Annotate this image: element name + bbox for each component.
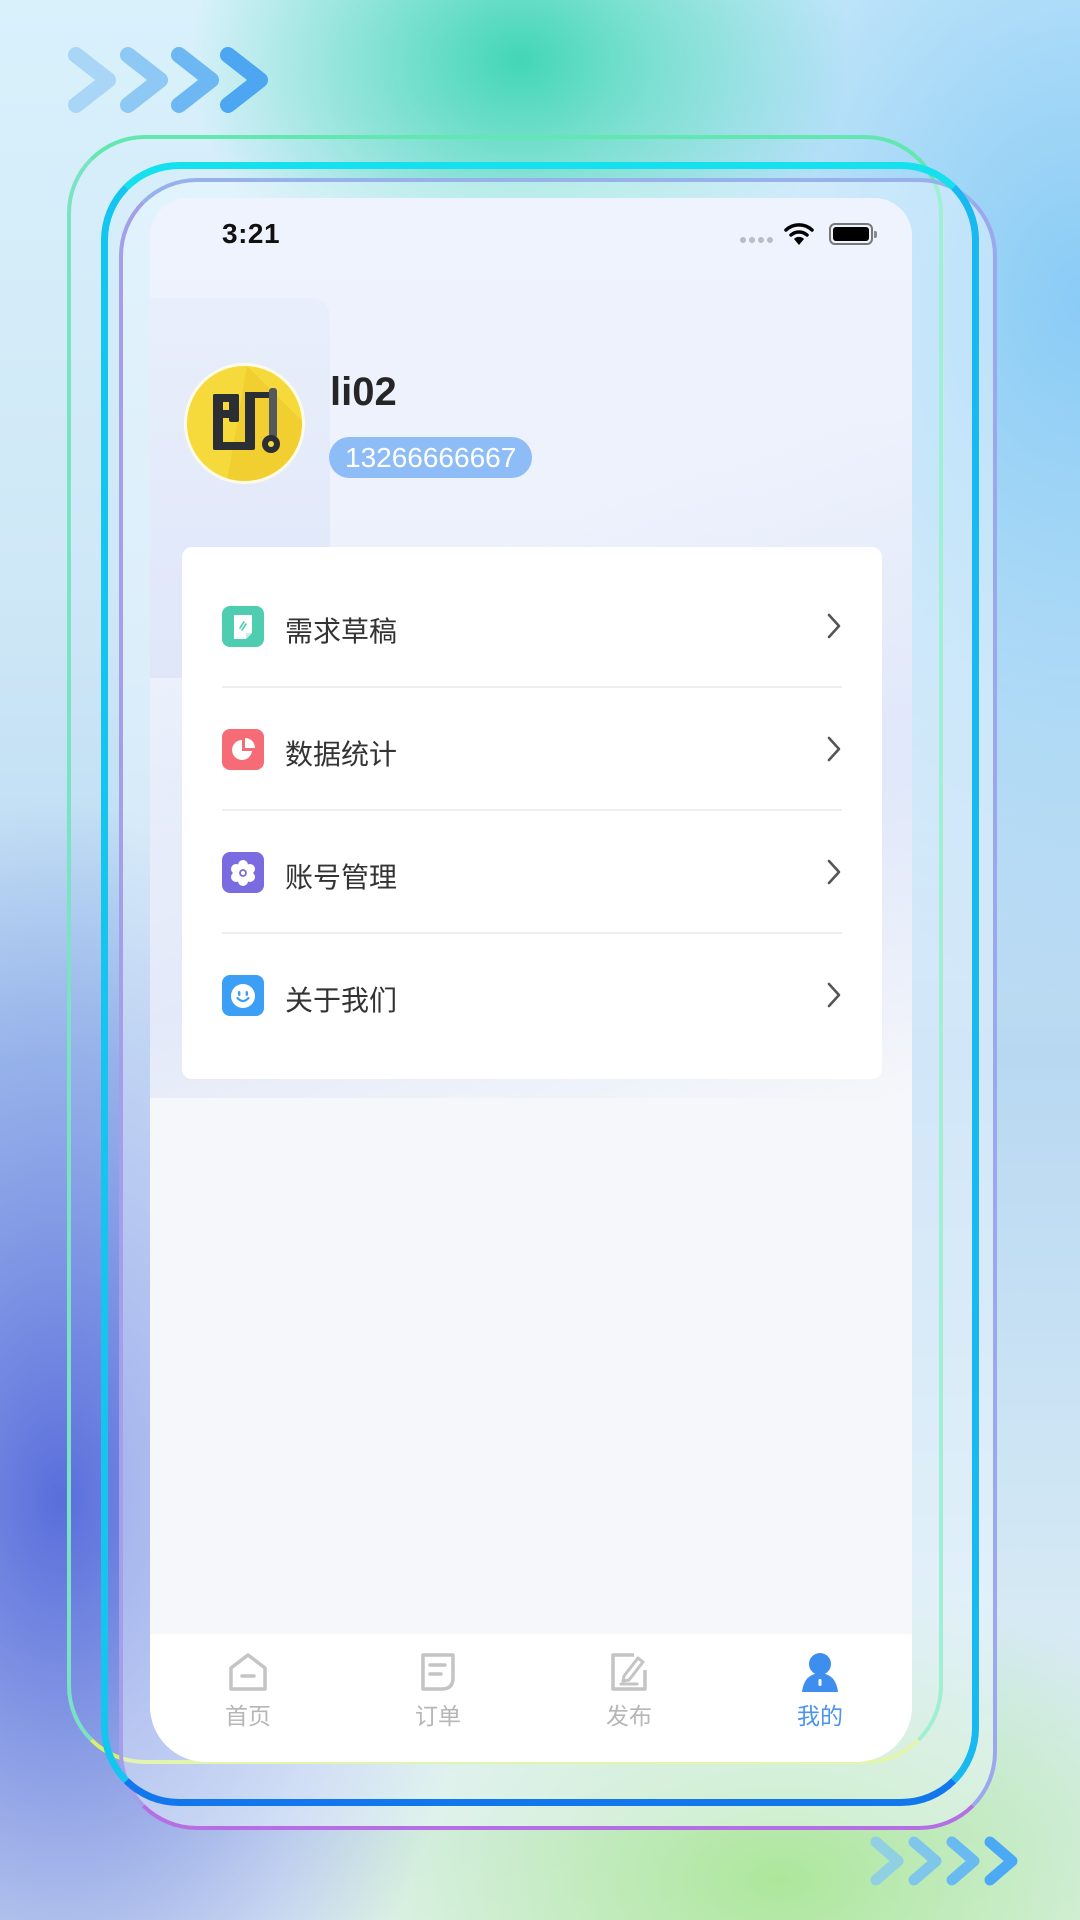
pie-chart-icon bbox=[222, 729, 264, 770]
menu-item-about[interactable]: 关于我们 bbox=[182, 934, 882, 1057]
gear-icon bbox=[222, 852, 264, 893]
menu-item-label: 数据统计 bbox=[285, 739, 398, 770]
phone-number-badge: 13266666667 bbox=[329, 437, 533, 478]
tab-mine[interactable]: 我的 bbox=[760, 1652, 880, 1742]
menu-item-account[interactable]: 账号管理 bbox=[182, 811, 882, 934]
tab-orders[interactable]: 订单 bbox=[378, 1652, 498, 1742]
decorative-chevrons-top bbox=[68, 47, 280, 113]
user-icon bbox=[802, 1653, 838, 1692]
tab-home[interactable]: 首页 bbox=[188, 1652, 308, 1742]
publish-icon bbox=[611, 1653, 647, 1691]
tab-label: 首页 bbox=[225, 1703, 271, 1729]
decorative-chevrons-bottom bbox=[868, 1836, 1028, 1886]
menu-item-label: 需求草稿 bbox=[285, 616, 398, 647]
signal-icon bbox=[740, 237, 773, 243]
tab-label: 我的 bbox=[797, 1703, 843, 1729]
battery-icon bbox=[829, 223, 877, 245]
phone-screen: 3:21 li02 13266666667 需求草稿 数据统计 账号管理 关于我… bbox=[150, 198, 912, 1762]
tab-publish[interactable]: 发布 bbox=[569, 1652, 689, 1742]
smiley-icon bbox=[222, 975, 264, 1016]
user-name: li02 bbox=[330, 370, 397, 414]
menu-item-label: 关于我们 bbox=[285, 985, 398, 1016]
menu-item-statistics[interactable]: 数据统计 bbox=[182, 688, 882, 811]
home-icon bbox=[229, 1653, 267, 1691]
avatar[interactable] bbox=[184, 363, 305, 484]
menu-item-label: 账号管理 bbox=[285, 862, 398, 893]
avatar-logo-icon bbox=[213, 366, 302, 481]
chevron-right-icon bbox=[827, 982, 841, 1008]
tab-label: 订单 bbox=[415, 1703, 461, 1729]
order-icon bbox=[421, 1653, 455, 1691]
chevron-right-icon bbox=[68, 47, 219, 113]
menu-card: 需求草稿 数据统计 账号管理 关于我们 bbox=[182, 547, 882, 1079]
status-bar: 3:21 bbox=[150, 198, 912, 278]
chevron-right-icon bbox=[827, 736, 841, 762]
tab-label: 发布 bbox=[606, 1703, 652, 1729]
chevron-right-icon bbox=[870, 1836, 1018, 1886]
chevron-right-icon bbox=[220, 47, 268, 113]
menu-item-drafts[interactable]: 需求草稿 bbox=[182, 565, 882, 688]
chevron-right-icon bbox=[827, 613, 841, 639]
tab-bar: 首页 订单 发布 我的 bbox=[150, 1634, 912, 1762]
chevron-right-icon bbox=[827, 859, 841, 885]
draft-icon bbox=[222, 606, 264, 647]
status-time: 3:21 bbox=[222, 218, 281, 249]
wifi-icon bbox=[784, 223, 814, 245]
